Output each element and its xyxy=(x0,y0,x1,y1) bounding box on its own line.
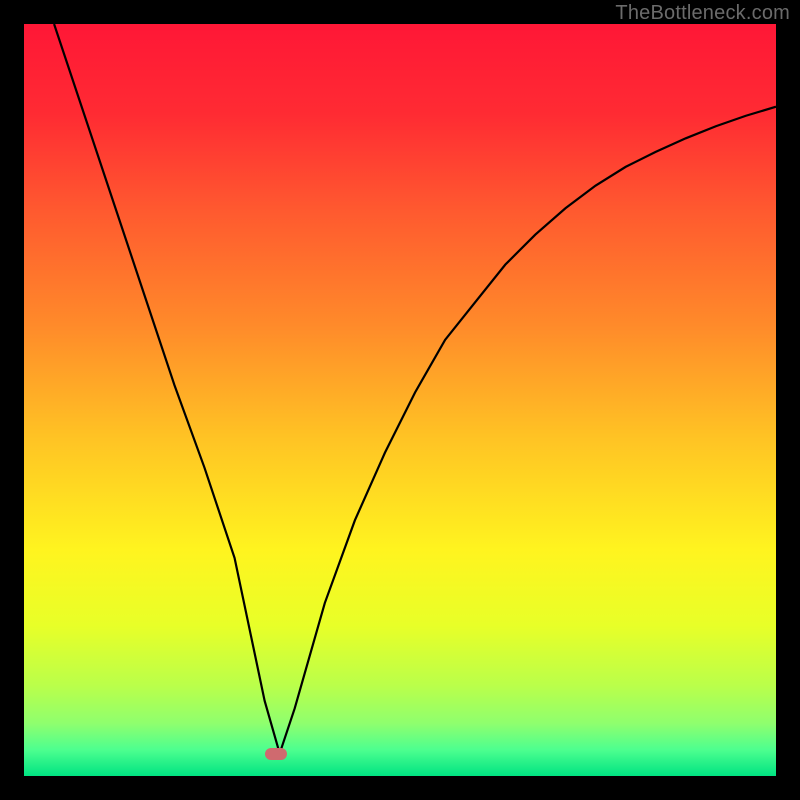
watermark-text: TheBottleneck.com xyxy=(615,2,790,25)
plot-area xyxy=(24,24,776,776)
minimum-marker xyxy=(265,748,287,760)
chart-frame: TheBottleneck.com xyxy=(0,0,800,800)
bottleneck-curve xyxy=(54,24,776,753)
curve-layer xyxy=(24,24,776,776)
